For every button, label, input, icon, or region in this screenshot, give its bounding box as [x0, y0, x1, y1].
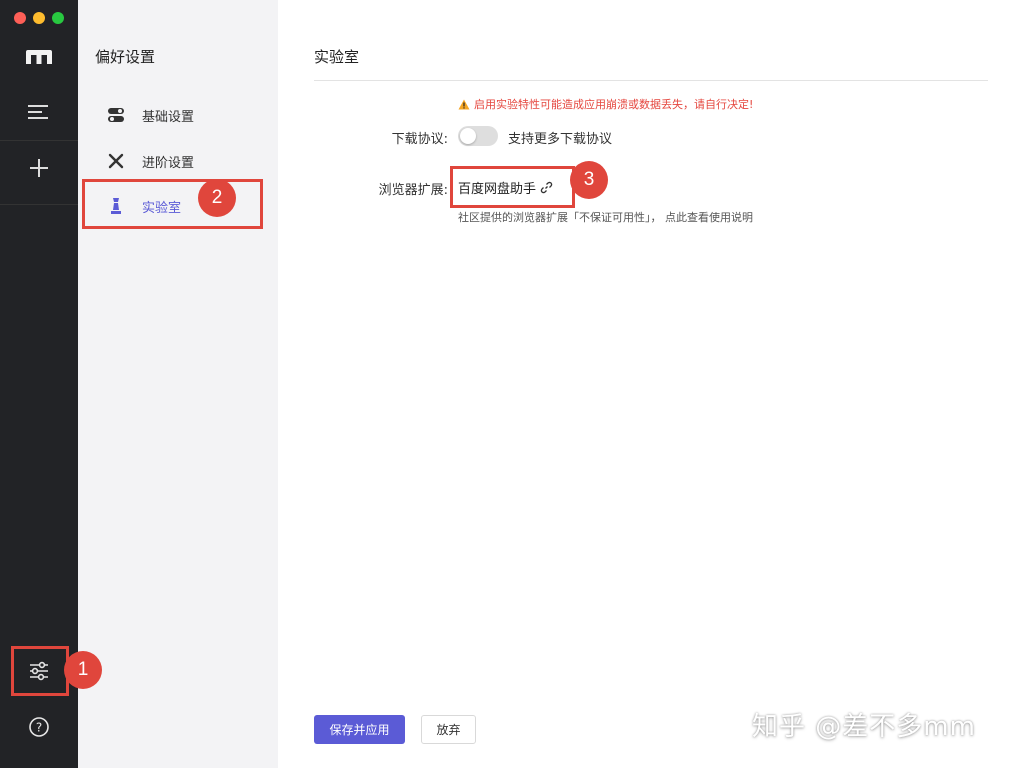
menu-icon: [28, 105, 48, 119]
lab-settings-panel: 实验室 启用实验特性可能造成应用崩溃或数据丢失，请自行决定! 下载协议: 支持更…: [278, 0, 1024, 768]
watermark-text: 知乎 @差不多mm: [752, 712, 976, 742]
sidebar-title: 偏好设置: [95, 48, 156, 66]
close-window-button[interactable]: [14, 12, 26, 24]
minimize-window-button[interactable]: [33, 12, 45, 24]
save-and-apply-button[interactable]: 保存并应用: [314, 715, 405, 744]
browser-extension-label: 浏览器扩展:: [378, 183, 448, 198]
download-protocol-toggle-text: 支持更多下载协议: [508, 132, 613, 147]
highlight-box-1: [11, 646, 69, 696]
svg-text:?: ?: [36, 721, 42, 735]
logo-icon: [0, 32, 78, 82]
discard-button[interactable]: 放弃: [421, 715, 476, 744]
rail-divider: [0, 204, 78, 205]
help-icon: ?: [29, 717, 49, 737]
window-controls: [14, 12, 64, 24]
plus-icon: [30, 159, 48, 177]
preferences-sidebar: 偏好设置 基础设置 进阶设置 实验室: [78, 0, 278, 768]
step-badge-2: 2: [198, 179, 236, 217]
maximize-window-button[interactable]: [52, 12, 64, 24]
warning-icon: [458, 99, 470, 109]
sidebar-item-label: 基础设置: [142, 109, 195, 125]
sidebar-item-advanced[interactable]: 进阶设置: [94, 143, 262, 179]
add-task-button[interactable]: [0, 143, 78, 193]
title-divider: [314, 80, 988, 81]
highlight-box-3: [450, 166, 575, 208]
download-protocol-label: 下载协议:: [391, 132, 448, 147]
step-badge-1: 1: [64, 651, 102, 689]
page-title: 实验室: [314, 48, 360, 66]
download-protocol-toggle[interactable]: [458, 126, 498, 146]
step-badge-3: 3: [570, 161, 608, 199]
menu-button[interactable]: [0, 87, 78, 137]
tools-icon: [104, 152, 128, 170]
help-button[interactable]: ?: [0, 702, 78, 752]
toggle-knob: [460, 128, 476, 144]
warning-text: 启用实验特性可能造成应用崩溃或数据丢失，请自行决定!: [474, 98, 754, 111]
warning-message: 启用实验特性可能造成应用崩溃或数据丢失，请自行决定!: [458, 96, 753, 112]
extension-note[interactable]: 社区提供的浏览器扩展「不保证可用性」， 点此查看使用说明: [458, 209, 753, 225]
toggle-icon: [104, 107, 128, 123]
highlight-box-2: [82, 179, 263, 229]
sidebar-item-basic[interactable]: 基础设置: [94, 97, 262, 133]
rail-divider: [0, 140, 78, 141]
sidebar-item-label: 进阶设置: [142, 155, 195, 171]
